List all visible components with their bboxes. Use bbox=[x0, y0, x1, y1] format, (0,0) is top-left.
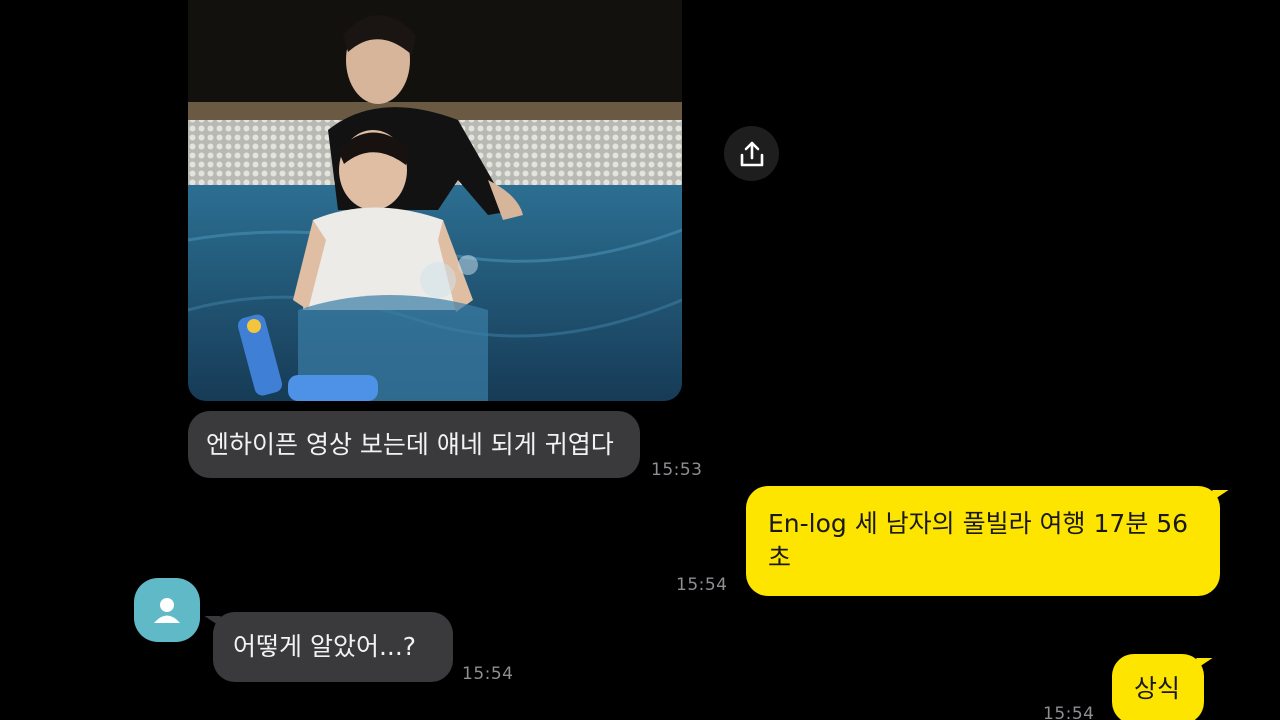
message-bubble-outgoing[interactable]: En-log 세 남자의 풀빌라 여행 17분 56초 bbox=[746, 486, 1220, 596]
chat-window: 엔하이픈 영상 보는데 얘네 되게 귀엽다 15:53 En-log 세 남자의… bbox=[0, 0, 1280, 720]
message-timestamp: 15:54 bbox=[462, 664, 514, 684]
message-text: 상식 bbox=[1134, 674, 1181, 703]
share-icon bbox=[740, 141, 763, 166]
sender-avatar[interactable] bbox=[134, 578, 200, 642]
user-avatar-icon bbox=[154, 598, 180, 623]
message-text: 어떻게 알았어...? bbox=[233, 632, 417, 661]
message-bubble-incoming[interactable]: 엔하이픈 영상 보는데 얘네 되게 귀엽다 bbox=[188, 411, 640, 478]
message-timestamp: 15:53 bbox=[651, 460, 703, 480]
message-bubble-incoming[interactable]: 어떻게 알았어...? bbox=[213, 612, 453, 682]
message-timestamp: 15:54 bbox=[676, 575, 728, 595]
shared-photo[interactable] bbox=[188, 0, 682, 401]
share-button[interactable] bbox=[724, 126, 779, 181]
message-bubble-outgoing[interactable]: 상식 bbox=[1112, 654, 1204, 720]
message-text: 엔하이픈 영상 보는데 얘네 되게 귀엽다 bbox=[206, 429, 614, 459]
message-timestamp: 15:54 bbox=[1043, 704, 1095, 720]
message-text: En-log 세 남자의 풀빌라 여행 17분 56초 bbox=[768, 509, 1189, 572]
photo-illustration bbox=[188, 0, 682, 401]
